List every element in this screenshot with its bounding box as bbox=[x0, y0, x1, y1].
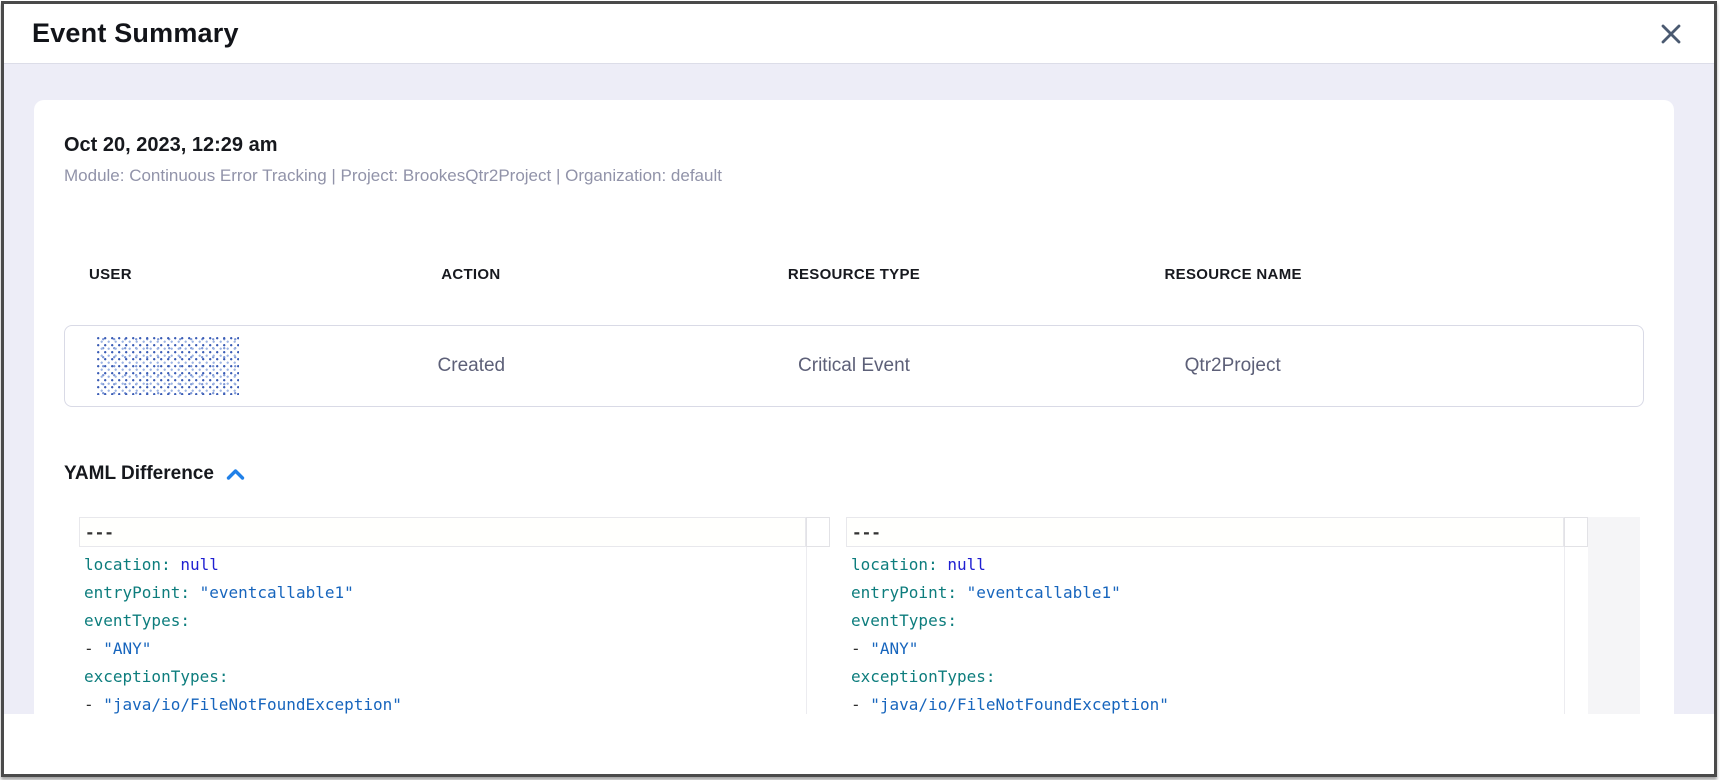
event-summary-modal: Event Summary Oct 20, 2023, 12:29 am Mod… bbox=[1, 1, 1717, 777]
yaml-code-line: - "ANY" bbox=[84, 635, 806, 663]
yaml-pane-left[interactable]: --- location: nullentryPoint: "eventcall… bbox=[79, 517, 830, 714]
event-summary-card: Oct 20, 2023, 12:29 am Module: Continuou… bbox=[34, 100, 1674, 714]
action-cell: Created bbox=[278, 355, 665, 377]
redacted-user-avatar bbox=[97, 337, 239, 395]
yaml-code-line: eventTypes: bbox=[851, 607, 1564, 635]
resource-name-cell: Qtr2Project bbox=[1043, 355, 1422, 377]
yaml-difference-toggle[interactable]: YAML Difference bbox=[64, 463, 324, 485]
event-timestamp: Oct 20, 2023, 12:29 am bbox=[64, 134, 1644, 157]
yaml-doc-start-left: --- bbox=[79, 517, 806, 547]
modal-header: Event Summary bbox=[4, 4, 1714, 64]
yaml-code-line: entryPoint: "eventcallable1" bbox=[851, 579, 1564, 607]
modal-body: Oct 20, 2023, 12:29 am Module: Continuou… bbox=[4, 64, 1714, 714]
yaml-code-right: location: nullentryPoint: "eventcallable… bbox=[846, 551, 1564, 714]
user-cell bbox=[65, 337, 278, 395]
column-header-resource-type: RESOURCE TYPE bbox=[664, 266, 1043, 283]
page-title: Event Summary bbox=[32, 18, 239, 49]
yaml-code-line: entryPoint: "eventcallable1" bbox=[84, 579, 806, 607]
event-meta: Module: Continuous Error Tracking | Proj… bbox=[64, 166, 1644, 186]
yaml-code-line: location: null bbox=[84, 551, 806, 579]
yaml-code-line: - "java/io/FileNotFoundException" bbox=[851, 691, 1564, 714]
chevron-up-icon bbox=[226, 468, 245, 481]
table-row: Created Critical Event Qtr2Project bbox=[64, 325, 1644, 407]
yaml-code-line: - "ANY" bbox=[851, 635, 1564, 663]
diff-pane-gap bbox=[830, 517, 846, 714]
yaml-code-line: - "java/io/FileNotFoundException" bbox=[84, 691, 806, 714]
yaml-diff-view: --- location: nullentryPoint: "eventcall… bbox=[79, 517, 1644, 714]
yaml-pane-right-code: --- location: nullentryPoint: "eventcall… bbox=[846, 517, 1564, 714]
scrollbar-thumb-right[interactable] bbox=[1564, 517, 1588, 547]
column-header-resource-name: RESOURCE NAME bbox=[1044, 266, 1423, 283]
yaml-code-line: location: null bbox=[851, 551, 1564, 579]
close-button[interactable] bbox=[1654, 17, 1688, 51]
yaml-difference-label: YAML Difference bbox=[64, 463, 214, 485]
yaml-pane-left-code: --- location: nullentryPoint: "eventcall… bbox=[79, 517, 806, 714]
yaml-pane-right[interactable]: --- location: nullentryPoint: "eventcall… bbox=[846, 517, 1588, 714]
yaml-doc-start-right: --- bbox=[846, 517, 1564, 547]
resource-type-cell: Critical Event bbox=[665, 355, 1044, 377]
scrollbar-thumb-left[interactable] bbox=[806, 517, 830, 547]
event-table-header: USER ACTION RESOURCE TYPE RESOURCE NAME bbox=[64, 266, 1644, 283]
close-icon bbox=[1660, 23, 1682, 45]
column-header-user: USER bbox=[64, 266, 277, 283]
diff-right-margin bbox=[1588, 517, 1640, 714]
yaml-code-left: location: nullentryPoint: "eventcallable… bbox=[79, 551, 806, 714]
yaml-code-line: exceptionTypes: bbox=[851, 663, 1564, 691]
scrollbar-track-right[interactable] bbox=[1564, 517, 1588, 714]
column-header-action: ACTION bbox=[277, 266, 664, 283]
yaml-code-line: exceptionTypes: bbox=[84, 663, 806, 691]
scrollbar-track-left[interactable] bbox=[806, 517, 830, 714]
yaml-code-line: eventTypes: bbox=[84, 607, 806, 635]
